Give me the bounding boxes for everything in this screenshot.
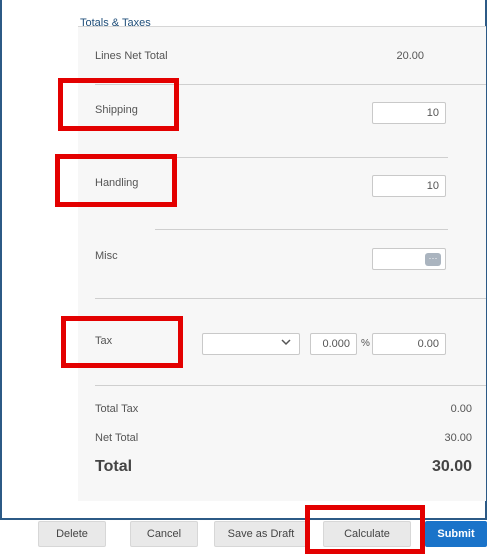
handling-input[interactable]: 10	[372, 175, 446, 197]
divider	[175, 157, 448, 158]
highlight-box-calculate	[305, 505, 425, 554]
divider	[95, 385, 486, 386]
save-as-draft-button[interactable]: Save as Draft	[214, 521, 308, 547]
tax-type-select[interactable]	[202, 333, 300, 355]
divider	[155, 229, 448, 230]
cancel-button[interactable]: Cancel	[130, 521, 198, 547]
highlight-box-handling	[55, 154, 177, 207]
total-tax-label: Total Tax	[95, 403, 139, 415]
total-tax-value: 0.00	[450, 403, 472, 415]
shipping-input[interactable]: 10	[372, 102, 446, 124]
net-total-label: Net Total	[95, 432, 139, 444]
net-total-value: 30.00	[444, 432, 472, 444]
divider	[95, 298, 486, 299]
delete-button[interactable]: Delete	[38, 521, 106, 547]
chevron-down-icon	[281, 337, 291, 350]
section-title: Totals & Taxes	[80, 17, 151, 29]
submit-button[interactable]: Submit	[425, 521, 487, 547]
misc-label: Misc	[95, 250, 118, 262]
highlight-box-shipping	[58, 78, 179, 131]
lines-net-total-label: Lines Net Total	[95, 50, 168, 62]
misc-input[interactable]: ···	[372, 248, 446, 270]
total-label: Total	[95, 458, 133, 475]
percent-sign: %	[361, 338, 370, 349]
tax-amount-input[interactable]: 0.00	[372, 333, 446, 355]
more-options-icon[interactable]: ···	[425, 253, 441, 266]
lines-net-total-value: 20.00	[396, 50, 424, 62]
total-value: 30.00	[431, 458, 472, 475]
highlight-box-tax	[61, 316, 183, 368]
tax-rate-input[interactable]: 0.000	[310, 333, 357, 355]
